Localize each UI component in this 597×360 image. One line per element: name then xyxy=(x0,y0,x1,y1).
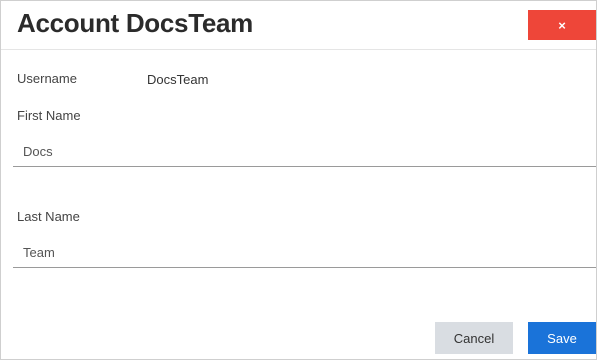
first-name-label: First Name xyxy=(17,108,81,123)
last-name-label: Last Name xyxy=(17,209,80,224)
last-name-value: Team xyxy=(23,245,55,260)
dialog-header: Account DocsTeam × xyxy=(1,1,596,50)
first-name-value: Docs xyxy=(23,144,53,159)
last-name-field[interactable]: Team xyxy=(13,238,596,268)
save-button[interactable]: Save xyxy=(528,322,596,354)
account-dialog: Account DocsTeam × Username DocsTeam Fir… xyxy=(0,0,597,360)
close-button[interactable]: × xyxy=(528,10,596,40)
cancel-button[interactable]: Cancel xyxy=(435,322,513,354)
first-name-field[interactable]: Docs xyxy=(13,137,596,167)
dialog-title: Account DocsTeam xyxy=(17,8,253,38)
username-value: DocsTeam xyxy=(147,72,209,87)
close-icon: × xyxy=(558,17,566,33)
username-label: Username xyxy=(17,71,77,86)
